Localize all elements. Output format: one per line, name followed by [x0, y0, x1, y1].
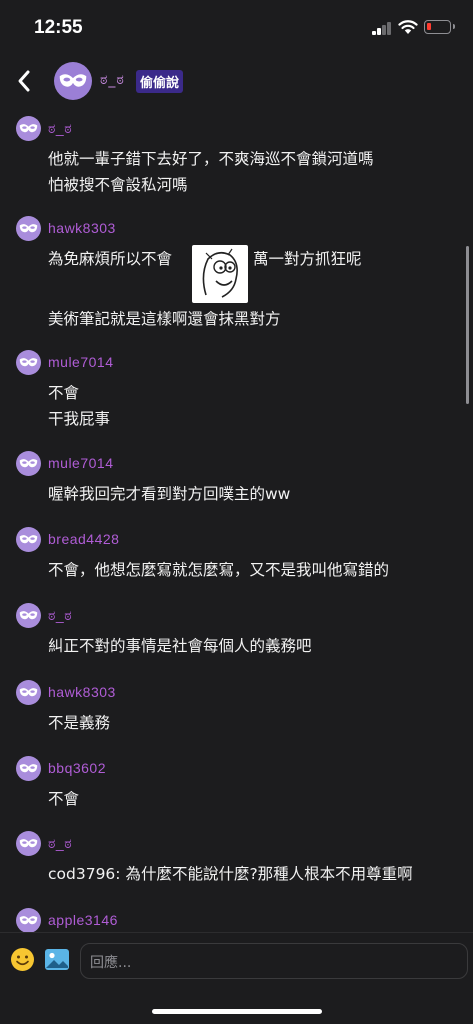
comment-text: 他就一輩子錯下去好了，不爽海巡不會鎖河道嗎 [48, 150, 374, 168]
comment-username[interactable]: ಠ_ಠ [48, 120, 72, 137]
comment-username[interactable]: hawk8303 [48, 684, 116, 700]
meme-sticker-image[interactable] [192, 245, 248, 303]
comment-text: cod3796: 為什麼不能說什麼?那種人根本不用尊重啊 [48, 865, 413, 883]
comment-list: ಠ_ಠ 他就一輩子錯下去好了，不爽海巡不會鎖河道嗎 怕被搜不會設私河嗎 hawk… [0, 106, 473, 932]
image-icon[interactable] [44, 947, 70, 972]
mask-avatar-icon[interactable] [16, 680, 41, 705]
back-arrow-icon[interactable] [12, 66, 38, 96]
comment-text: 干我屁事 [48, 410, 111, 428]
mask-avatar-icon[interactable] [16, 216, 41, 241]
cellular-signal-icon [372, 22, 392, 35]
comment-username[interactable]: bbq3602 [48, 760, 106, 776]
comment-text: 不會 [48, 384, 80, 402]
mask-avatar-icon[interactable] [54, 62, 92, 100]
home-indicator [152, 1009, 322, 1014]
reply-input[interactable]: 回應... [80, 943, 468, 979]
emoji-icon[interactable] [10, 947, 35, 972]
comment-text: 不是義務 [48, 714, 111, 732]
mask-avatar-icon[interactable] [16, 756, 41, 781]
reply-bar: 回應... [0, 932, 473, 1024]
comment-text: 為免麻煩所以不會 [48, 250, 173, 268]
mask-avatar-icon[interactable] [16, 116, 41, 141]
comment-username[interactable]: apple3146 [48, 912, 118, 928]
comment-text: 不會，他想怎麼寫就怎麼寫，又不是我叫他寫錯的 [48, 561, 390, 579]
anonymous-badge: 偷偷說 [136, 70, 184, 93]
comment-username[interactable]: ಠ_ಠ [48, 607, 72, 624]
mask-avatar-icon[interactable] [16, 350, 41, 375]
comment-text: 喔幹我回完才看到對方回噗主的ww [48, 485, 291, 503]
comment-text: 萬一對方抓狂呢 [253, 250, 362, 268]
wifi-icon [398, 20, 418, 34]
comment-text: 怕被搜不會設私河嗎 [48, 176, 188, 194]
mask-avatar-icon[interactable] [16, 527, 41, 552]
status-bar: 12:55 [0, 0, 473, 56]
comment-username[interactable]: mule7014 [48, 455, 114, 471]
comment-username[interactable]: ಠ_ಠ [48, 835, 72, 852]
comment-text: 美術筆記就是這樣啊還會抹黑對方 [48, 310, 281, 328]
comment-username[interactable]: mule7014 [48, 354, 114, 370]
status-time: 12:55 [34, 17, 83, 38]
battery-icon [424, 20, 455, 34]
mask-avatar-icon[interactable] [16, 831, 41, 856]
comment-text: 不會 [48, 790, 80, 808]
mask-avatar-icon[interactable] [16, 908, 41, 932]
mask-avatar-icon[interactable] [16, 451, 41, 476]
thread-header: ಠ_ಠ 偷偷說 [0, 56, 473, 106]
comment-username[interactable]: bread4428 [48, 531, 119, 547]
mask-avatar-icon[interactable] [16, 603, 41, 628]
comment-username[interactable]: hawk8303 [48, 220, 116, 236]
comment-text: 糾正不對的事情是社會每個人的義務吧 [48, 637, 312, 655]
poster-name[interactable]: ಠ_ಠ [100, 72, 125, 88]
scrollbar[interactable] [466, 246, 469, 404]
